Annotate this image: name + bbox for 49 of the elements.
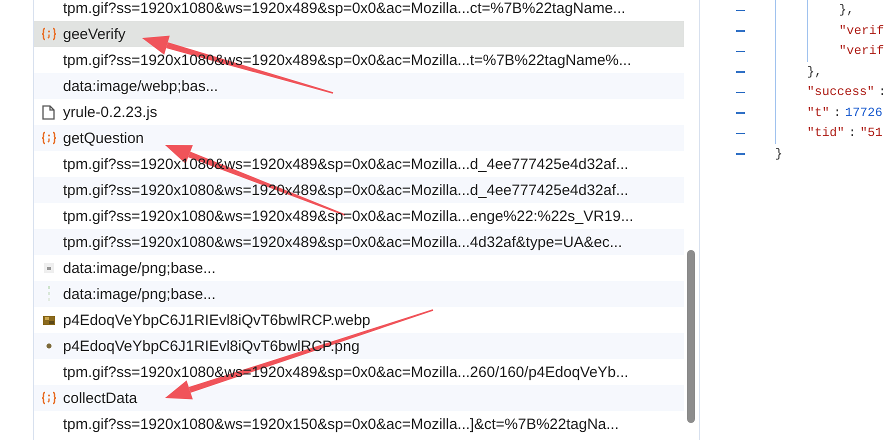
request-row[interactable]: geeVerify	[34, 21, 684, 47]
request-name: tpm.gif?ss=1920x1080&ws=1920x489&sp=0x0&ac=Mozilla...ct=%7B%22tagName...	[63, 0, 626, 16]
code-token: :	[848, 125, 856, 142]
request-row[interactable]: tpm.gif?ss=1920x1080&ws=1920x489&sp=0x0&ac=Mozilla...4d32af&type=UA&ec...	[34, 229, 684, 255]
braces-icon	[40, 391, 56, 405]
scrollbar-thumb[interactable]	[687, 250, 695, 423]
request-row[interactable]: data:image/png;base...	[34, 281, 684, 307]
code-token: "51	[860, 125, 883, 142]
code-token: 17726	[845, 104, 883, 122]
fold-marker-icon[interactable]	[736, 50, 745, 52]
braces-icon	[40, 131, 56, 145]
fold-marker-icon[interactable]	[736, 132, 745, 134]
request-name: tpm.gif?ss=1920x1080&ws=1920x150&sp=0x0&ac=Mozilla...]&ct=%7B%22tagNa...	[63, 416, 619, 432]
image-thumbnail-icon	[46, 286, 50, 302]
braces-icon	[40, 27, 56, 41]
code-token: "success"	[807, 84, 875, 101]
code-token: "verif	[839, 43, 884, 60]
request-row[interactable]: data:image/webp;bas...	[34, 73, 684, 99]
request-name: tpm.gif?ss=1920x1080&ws=1920x489&sp=0x0&ac=Mozilla...4d32af&type=UA&ec...	[63, 234, 622, 250]
request-name: collectData	[63, 390, 138, 406]
indent-guide	[807, 0, 808, 62]
code-token: "tid"	[807, 125, 845, 142]
request-name: getQuestion	[63, 130, 144, 146]
code-token: "t"	[807, 104, 830, 122]
request-name: data:image/webp;bas...	[63, 78, 218, 94]
request-name: data:image/png;base...	[63, 286, 216, 302]
fold-marker-icon[interactable]	[736, 30, 745, 32]
code-token: },	[839, 2, 854, 19]
request-name: yrule-0.2.23.js	[63, 104, 158, 120]
document-icon	[42, 104, 55, 120]
request-row[interactable]: getQuestion	[34, 125, 684, 151]
request-name: tpm.gif?ss=1920x1080&ws=1920x489&sp=0x0&ac=Mozilla...enge%22:%22s_VR19...	[63, 208, 634, 224]
fold-marker-icon[interactable]	[736, 153, 745, 154]
request-name: data:image/png;base...	[63, 260, 216, 276]
code-token: },	[807, 64, 822, 80]
code-token: :	[834, 104, 842, 122]
fold-marker-icon[interactable]	[736, 10, 745, 11]
image-thumbnail-icon	[44, 263, 54, 273]
code-token: :	[878, 84, 886, 101]
code-token: }	[775, 146, 783, 162]
request-name: p4EdoqVeYbpC6J1RIEvl8iQvT6bwlRCP.webp	[63, 312, 370, 328]
code-token: "verif	[839, 22, 884, 40]
fold-marker-icon[interactable]	[736, 112, 745, 114]
image-thumbnail-icon	[42, 316, 54, 324]
request-row[interactable]: collectData	[34, 385, 684, 411]
image-thumbnail-icon	[44, 342, 52, 350]
fold-marker-icon[interactable]	[736, 92, 745, 93]
fold-marker-icon[interactable]	[736, 71, 745, 72]
request-name: geeVerify	[63, 26, 126, 42]
